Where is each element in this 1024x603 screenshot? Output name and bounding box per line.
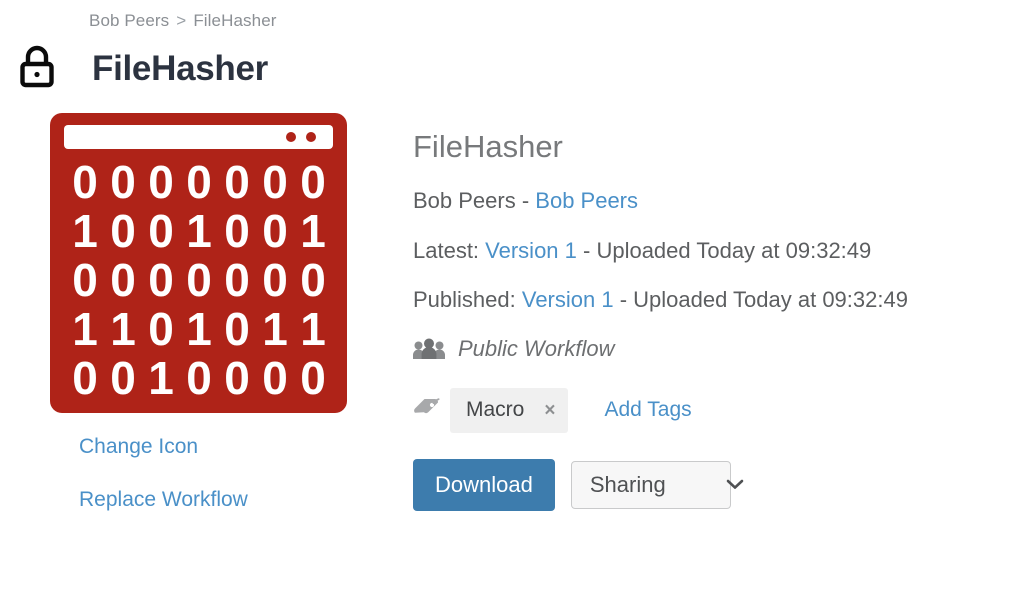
latest-timestamp: - Uploaded Today at 09:32:49 — [576, 237, 872, 263]
svg-text:1: 1 — [148, 352, 174, 404]
published-timestamp: - Uploaded Today at 09:32:49 — [613, 287, 908, 313]
sharing-dropdown[interactable]: Sharing — [570, 460, 743, 509]
svg-text:0: 0 — [262, 205, 288, 257]
svg-text:1: 1 — [72, 205, 98, 257]
workflow-name: FileHasher — [413, 129, 563, 164]
visibility-label: Public Workflow — [458, 335, 615, 361]
latest-version-link[interactable]: Version 1 — [485, 238, 577, 263]
svg-text:0: 0 — [224, 254, 250, 306]
svg-text:0: 0 — [72, 254, 98, 306]
svg-text:0: 0 — [110, 254, 136, 306]
breadcrumb-item-owner[interactable]: Bob Peers — [89, 11, 169, 30]
svg-text:0: 0 — [224, 205, 250, 257]
chevron-down-icon — [696, 479, 743, 490]
tag-icon — [413, 397, 440, 424]
published-label: Published: — [413, 287, 522, 313]
workflow-icon-panel: 0000000 1001001 0000000 1101011 0010000 … — [50, 113, 350, 541]
lock-icon — [14, 42, 60, 92]
svg-text:0: 0 — [224, 352, 250, 404]
published-version-link[interactable]: Version 1 — [522, 287, 614, 312]
tag-remove-icon[interactable]: × — [544, 401, 555, 420]
svg-text:0: 0 — [262, 156, 288, 208]
published-version-line: Published: Version 1 - Uploaded Today at… — [413, 286, 1013, 314]
svg-text:1: 1 — [72, 303, 98, 355]
svg-text:0: 0 — [148, 156, 174, 208]
owner-prefix: Bob Peers - — [413, 188, 536, 214]
svg-text:0: 0 — [300, 156, 326, 208]
latest-label: Latest: — [413, 237, 486, 263]
replace-workflow-link[interactable]: Replace Workflow — [79, 488, 350, 512]
sharing-dropdown-label: Sharing — [589, 471, 666, 497]
workflow-details-panel: FileHasher Bob Peers - Bob Peers Latest:… — [413, 128, 1013, 511]
breadcrumb-separator: > — [176, 11, 187, 30]
svg-text:1: 1 — [262, 303, 288, 355]
svg-text:0: 0 — [110, 156, 136, 208]
svg-text:1: 1 — [300, 303, 326, 355]
latest-version-line: Latest: Version 1 - Uploaded Today at 09… — [413, 237, 1013, 265]
svg-text:1: 1 — [300, 205, 326, 257]
svg-text:0: 0 — [300, 254, 326, 306]
svg-text:0: 0 — [300, 352, 326, 404]
tag-chip-macro[interactable]: Macro × — [450, 387, 569, 433]
svg-text:0: 0 — [262, 254, 288, 306]
icon-actions: Change Icon Replace Workflow — [50, 435, 350, 512]
people-group-icon — [413, 338, 445, 360]
svg-text:0: 0 — [148, 205, 174, 257]
svg-text:0: 0 — [186, 254, 212, 306]
page-header: FileHasher — [14, 42, 268, 92]
svg-text:0: 0 — [224, 303, 250, 355]
svg-text:0: 0 — [186, 352, 212, 404]
action-buttons: Download Sharing — [413, 458, 1013, 511]
svg-text:1: 1 — [186, 303, 212, 355]
breadcrumb: Bob Peers > FileHasher — [89, 11, 277, 31]
tags-row: Macro × Add Tags — [413, 387, 1013, 433]
svg-text:1: 1 — [110, 303, 136, 355]
svg-text:0: 0 — [148, 254, 174, 306]
binary-window-icon: 0000000 1001001 0000000 1101011 0010000 — [50, 113, 347, 413]
svg-text:1: 1 — [186, 205, 212, 257]
svg-text:0: 0 — [110, 205, 136, 257]
owner-line: Bob Peers - Bob Peers — [413, 187, 1013, 215]
download-button[interactable]: Download — [413, 458, 555, 511]
svg-text:0: 0 — [72, 156, 98, 208]
visibility-row: Public Workflow — [413, 336, 1013, 362]
owner-link[interactable]: Bob Peers — [535, 188, 638, 213]
svg-text:0: 0 — [224, 156, 250, 208]
svg-text:0: 0 — [186, 156, 212, 208]
add-tags-link[interactable]: Add Tags — [604, 398, 691, 422]
page-title: FileHasher — [92, 48, 268, 88]
svg-text:0: 0 — [262, 352, 288, 404]
svg-text:0: 0 — [110, 352, 136, 404]
change-icon-link[interactable]: Change Icon — [79, 435, 350, 459]
breadcrumb-item-current[interactable]: FileHasher — [193, 11, 276, 30]
svg-text:0: 0 — [148, 303, 174, 355]
tag-chip-label: Macro — [466, 398, 525, 422]
svg-text:0: 0 — [72, 352, 98, 404]
